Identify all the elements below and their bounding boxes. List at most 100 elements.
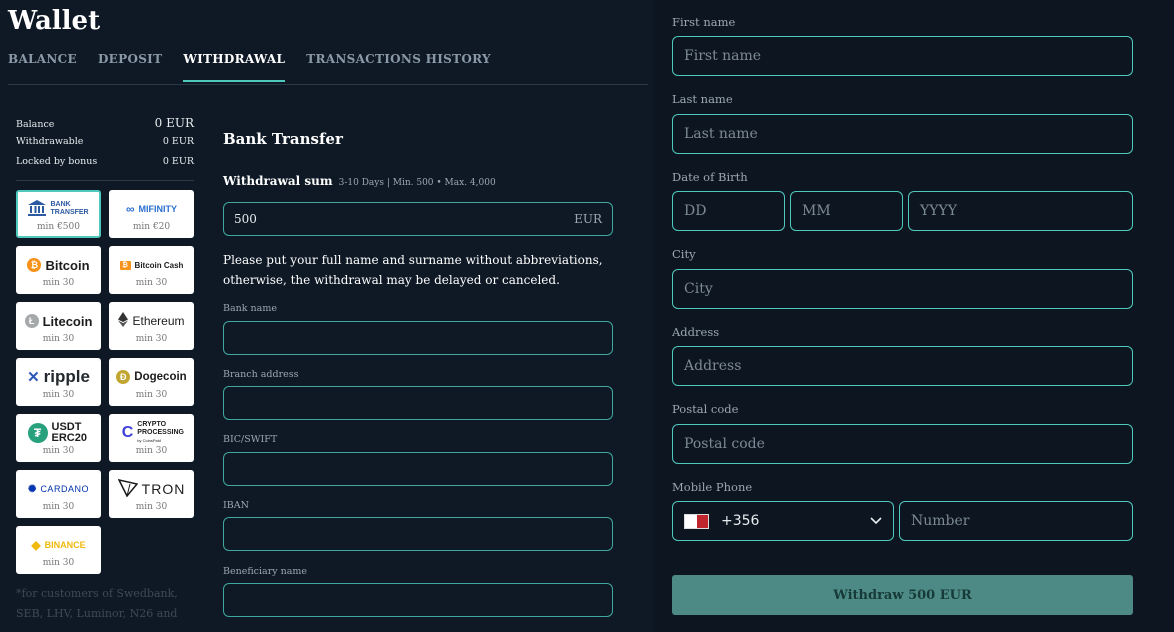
method-min: min €20 <box>132 222 171 232</box>
locked-bonus-label: Locked by bonus <box>16 156 98 167</box>
method-bank-transfer[interactable]: BANK TRANSFER min €500 <box>16 190 101 238</box>
method-min: min 30 <box>42 502 75 512</box>
method-min: min 30 <box>42 558 75 568</box>
method-name: BANK TRANSFER <box>50 201 89 216</box>
country-code-select[interactable]: +356 <box>672 501 894 541</box>
method-usdt-erc20[interactable]: ₮ USDT ERC20 min 30 <box>16 414 101 462</box>
wallet-panel: Wallet BALANCE DEPOSIT WITHDRAWAL TRANSA… <box>0 0 650 632</box>
method-ripple[interactable]: ✕ ripple min 30 <box>16 358 101 406</box>
balance-row: Balance 0 EUR <box>16 116 194 136</box>
method-crypto-processing[interactable]: C CRYPTO PROCESSING by CoinsPaid min 30 <box>109 414 194 462</box>
withdrawal-sum-label: Withdrawal sum 3-10 Days | Min. 500 • Max… <box>223 174 496 188</box>
method-name: USDT ERC20 <box>51 421 87 444</box>
method-min: min 30 <box>42 278 75 288</box>
malta-flag-icon <box>684 513 709 529</box>
tether-icon: ₮ <box>27 423 48 443</box>
bank-name-label: Bank name <box>223 303 277 314</box>
name-warning: Please put your full name and surname wi… <box>223 253 603 287</box>
bic-swift-label: BIC/SWIFT <box>223 434 278 445</box>
bank-note: *for customers of Swedbank, SEB, LHV, Lu… <box>16 587 178 632</box>
method-min: min 30 <box>135 334 168 344</box>
method-name: MIFINITY <box>138 204 178 214</box>
dogecoin-icon: Ð <box>116 370 131 384</box>
country-code: +356 <box>721 513 760 529</box>
method-name: CRYPTO PROCESSING <box>137 421 184 436</box>
dob-label: Date of Birth <box>672 170 748 184</box>
ripple-icon: ✕ <box>27 369 40 386</box>
dob-month-input[interactable]: MM <box>790 191 903 231</box>
method-sub: by CoinsPaid <box>137 438 161 443</box>
tab-deposit[interactable]: DEPOSIT <box>98 52 162 82</box>
city-input[interactable]: City <box>672 269 1133 309</box>
ethereum-icon <box>118 312 129 330</box>
last-name-label: Last name <box>672 92 733 106</box>
method-min: min 30 <box>42 446 75 456</box>
method-bitcoin-cash[interactable]: ₿ Bitcoin Cash min 30 <box>109 246 194 294</box>
last-name-input[interactable]: Last name <box>672 114 1133 154</box>
method-name: Dogecoin <box>134 371 187 383</box>
method-name: Litecoin <box>42 313 93 329</box>
balance-value: 0 EUR <box>154 116 194 130</box>
beneficiary-name-label: Beneficiary name <box>223 566 308 577</box>
litecoin-icon: Ł <box>24 314 39 328</box>
bic-swift-input[interactable] <box>223 452 613 486</box>
method-name: Ethereum <box>132 314 185 328</box>
mobile-phone-label: Mobile Phone <box>672 480 753 494</box>
method-name: BINANCE <box>44 540 86 550</box>
withdrawable-label: Withdrawable <box>16 136 84 147</box>
withdrawal-sum-input[interactable]: 500 EUR <box>223 202 613 236</box>
method-min: min 30 <box>42 390 75 400</box>
city-label: City <box>672 247 696 261</box>
address-input[interactable]: Address <box>672 346 1133 386</box>
method-dogecoin[interactable]: Ð Dogecoin min 30 <box>109 358 194 406</box>
method-mifinity[interactable]: ∞ MIFINITY min €20 <box>109 190 194 238</box>
method-name: Bitcoin Cash <box>134 260 184 270</box>
first-name-input[interactable]: First name <box>672 36 1133 76</box>
balance-divider <box>16 180 194 181</box>
method-name: ripple <box>43 367 90 386</box>
bitcoin-icon: ₿ <box>27 258 42 272</box>
withdraw-button[interactable]: Withdraw 500 EUR <box>672 575 1133 615</box>
address-label: Address <box>672 325 720 339</box>
bank-name-input[interactable] <box>223 321 613 355</box>
sum-currency: EUR <box>574 212 602 226</box>
method-cardano[interactable]: ✺ CARDANO min 30 <box>16 470 101 518</box>
form-heading: Bank Transfer <box>223 130 343 148</box>
first-name-label: First name <box>672 15 736 29</box>
chevron-down-icon <box>870 513 882 529</box>
tab-transactions-history[interactable]: TRANSACTIONS HISTORY <box>306 52 491 82</box>
balance-label: Balance <box>16 119 55 130</box>
method-tron[interactable]: TRON min 30 <box>109 470 194 518</box>
method-min: min 30 <box>135 390 168 400</box>
method-litecoin[interactable]: Ł Litecoin min 30 <box>16 302 101 350</box>
cardano-icon: ✺ <box>28 483 37 495</box>
withdrawable-row: Withdrawable 0 EUR <box>16 136 194 156</box>
dob-day-input[interactable]: DD <box>672 191 785 231</box>
method-name: TRON <box>141 481 186 497</box>
method-ethereum[interactable]: Ethereum min 30 <box>109 302 194 350</box>
sum-value: 500 <box>234 212 257 226</box>
method-name: Bitcoin <box>45 257 90 273</box>
tabs-divider <box>8 84 648 85</box>
tab-balance[interactable]: BALANCE <box>8 52 77 82</box>
bank-icon <box>27 199 47 220</box>
iban-input[interactable] <box>223 517 613 551</box>
postal-code-label: Postal code <box>672 402 739 416</box>
page-title: Wallet <box>8 6 101 36</box>
bitcoin-cash-icon: ₿ <box>119 260 131 270</box>
tab-withdrawal[interactable]: WITHDRAWAL <box>183 52 286 82</box>
method-name: CARDANO <box>40 484 89 494</box>
beneficiary-name-input[interactable] <box>223 583 613 617</box>
branch-address-input[interactable] <box>223 386 613 420</box>
postal-code-input[interactable]: Postal code <box>672 424 1133 464</box>
cryptoprocessing-icon: C <box>121 424 134 441</box>
mifinity-icon: ∞ <box>125 202 135 216</box>
method-binance[interactable]: ◆ BINANCE min 30 <box>16 526 101 574</box>
branch-address-label: Branch address <box>223 369 299 380</box>
method-bitcoin[interactable]: ₿ Bitcoin min 30 <box>16 246 101 294</box>
withdrawable-value: 0 EUR <box>162 136 194 147</box>
iban-label: IBAN <box>223 500 249 511</box>
phone-number-input[interactable]: Number <box>899 501 1133 541</box>
dob-year-input[interactable]: YYYY <box>908 191 1133 231</box>
payment-methods: BANK TRANSFER min €500 ∞ MIFINITY min €2… <box>16 190 196 574</box>
